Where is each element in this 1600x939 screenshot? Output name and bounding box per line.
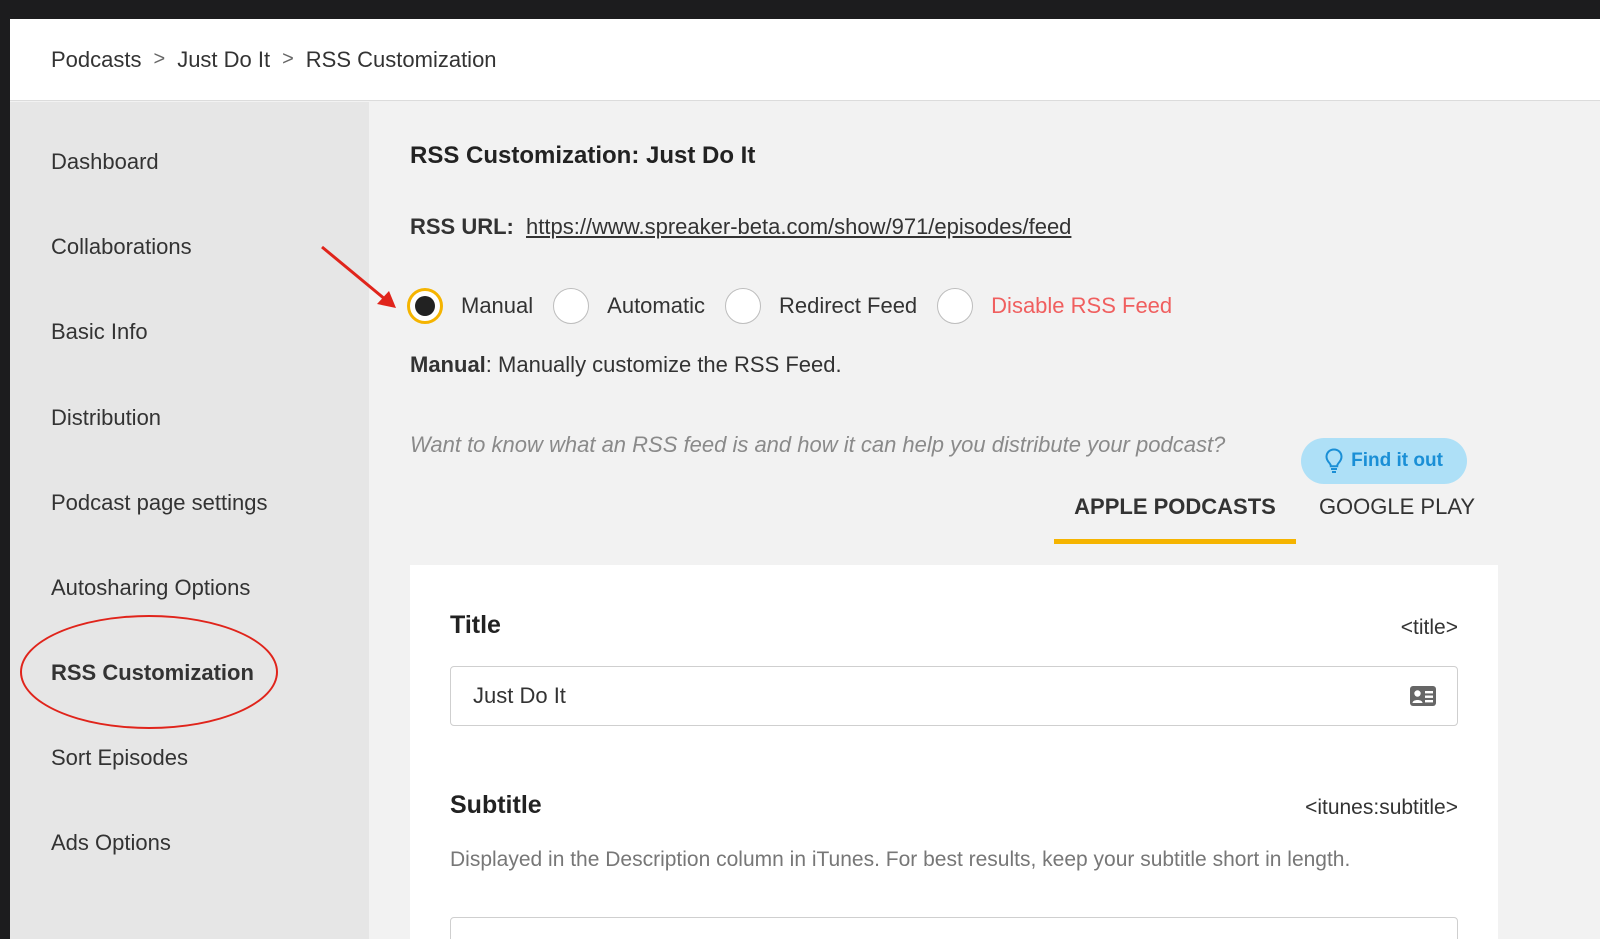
sidebar-item-distribution[interactable]: Distribution	[51, 405, 161, 431]
title-field-tag: <title>	[1400, 616, 1458, 639]
find-it-out-label: Find it out	[1351, 450, 1443, 471]
radio-manual[interactable]	[407, 288, 443, 324]
sidebar: Dashboard Collaborations Basic Info Dist…	[10, 102, 369, 939]
breadcrumb-current: RSS Customization	[305, 46, 497, 72]
rss-hint-text: Want to know what an RSS feed is and how…	[410, 432, 1226, 457]
subtitle-field-label: Subtitle	[450, 791, 542, 819]
sidebar-item-dashboard[interactable]: Dashboard	[51, 149, 159, 175]
radio-redirect-feed[interactable]	[724, 288, 761, 324]
tab-apple-podcasts[interactable]: APPLE PODCASTS	[1054, 494, 1296, 544]
sidebar-item-basic-info[interactable]: Basic Info	[51, 319, 148, 345]
radio-option-disable-rss-feed[interactable]: Disable RSS Feed	[937, 288, 1172, 324]
breadcrumb-separator-icon: >	[153, 48, 166, 70]
breadcrumb: Podcasts > Just Do It > RSS Customizatio…	[10, 19, 1600, 101]
tab-google-play[interactable]: GOOGLE PLAY	[1316, 494, 1478, 544]
breadcrumb-show[interactable]: Just Do It	[177, 47, 270, 73]
radio-label-redirect-feed: Redirect Feed	[778, 293, 918, 318]
breadcrumb-podcasts[interactable]: Podcasts	[51, 47, 142, 73]
sidebar-item-ads-options[interactable]: Ads Options	[51, 830, 171, 856]
subtitle-field-help: Displayed in the Description column in i…	[450, 848, 1351, 871]
title-input[interactable]: Just Do It	[450, 666, 1458, 726]
rss-fields-panel: Title <title> Just Do It Subtitle <itune…	[410, 565, 1498, 939]
radio-option-redirect-feed[interactable]: Redirect Feed	[724, 288, 918, 324]
mode-description-text: : Manually customize the RSS Feed.	[485, 352, 842, 377]
radio-label-disable-rss-feed: Disable RSS Feed	[991, 293, 1173, 318]
title-field-label: Title	[450, 611, 501, 639]
radio-label-manual: Manual	[461, 293, 534, 318]
mode-description: Manual: Manually customize the RSS Feed.	[410, 352, 842, 378]
sidebar-item-rss-customization[interactable]: RSS Customization	[51, 660, 254, 686]
radio-label-automatic: Automatic	[607, 293, 705, 318]
lightbulb-icon	[1325, 448, 1343, 473]
rss-url-row: RSS URL: https://www.spreaker-beta.com/s…	[410, 214, 1071, 240]
radio-automatic[interactable]	[553, 288, 590, 324]
sidebar-item-sort-episodes[interactable]: Sort Episodes	[51, 745, 188, 771]
find-it-out-button[interactable]: Find it out	[1301, 438, 1467, 484]
radio-disable-rss-feed[interactable]	[937, 288, 974, 324]
contact-card-icon[interactable]	[1409, 684, 1437, 708]
main-content: RSS Customization: Just Do It RSS URL: h…	[369, 102, 1600, 939]
rss-mode-radio-group: Manual Automatic Redirect Feed Disable R…	[407, 286, 1192, 326]
sidebar-item-collaborations[interactable]: Collaborations	[51, 234, 192, 260]
rss-url-link[interactable]: https://www.spreaker-beta.com/show/971/e…	[526, 214, 1071, 239]
subtitle-field-tag: <itunes:subtitle>	[1305, 796, 1458, 819]
breadcrumb-separator-icon: >	[282, 48, 294, 70]
mode-description-label: Manual	[410, 352, 486, 377]
subtitle-input[interactable]	[450, 917, 1458, 939]
sidebar-item-podcast-page-settings[interactable]: Podcast page settings	[51, 490, 267, 516]
radio-option-automatic[interactable]: Automatic	[553, 288, 705, 324]
title-input-value: Just Do It	[473, 683, 566, 708]
sidebar-item-autosharing-options[interactable]: Autosharing Options	[51, 575, 250, 601]
app-window: Podcasts > Just Do It > RSS Customizatio…	[10, 19, 1600, 939]
radio-option-manual[interactable]: Manual	[407, 288, 533, 324]
page-title: RSS Customization: Just Do It	[410, 142, 756, 169]
rss-url-label: RSS URL:	[410, 214, 514, 239]
